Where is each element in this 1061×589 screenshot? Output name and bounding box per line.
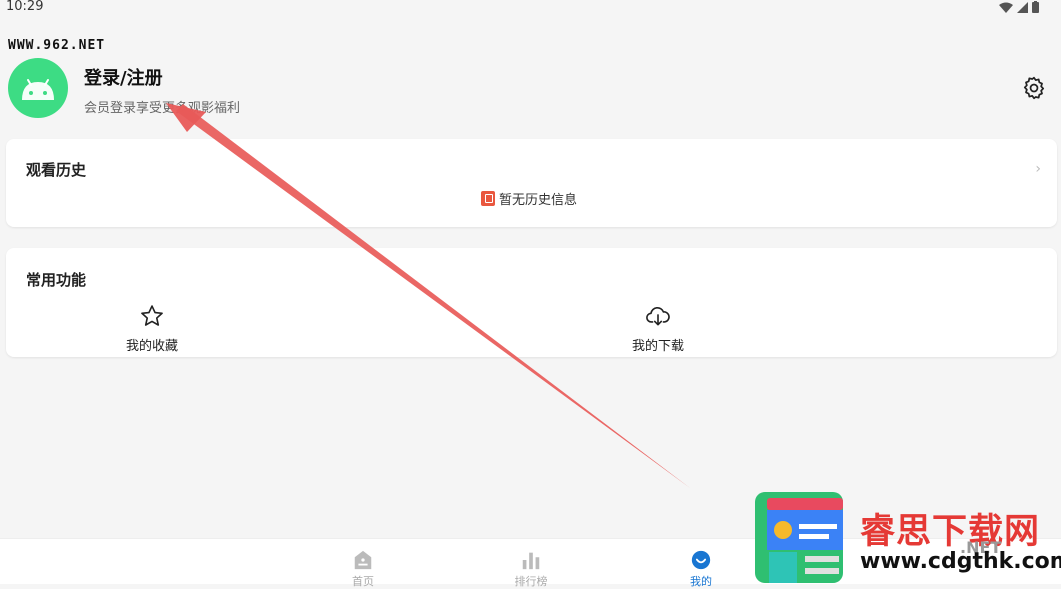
cdgthk-logo-icon: [755, 492, 843, 583]
battery-icon: [1032, 1, 1039, 13]
home-icon: [354, 550, 372, 570]
wifi-icon: [999, 2, 1013, 13]
gear-icon[interactable]: [1021, 75, 1047, 101]
watermark-url: www.cdgthk.com: [860, 549, 1061, 574]
tab-mine[interactable]: 我的: [671, 549, 731, 589]
star-icon: [141, 305, 163, 326]
downloads-label: 我的下载: [631, 339, 684, 354]
status-bar: 10:29: [0, 0, 1061, 16]
favorites-label: 我的收藏: [125, 339, 178, 354]
downloads-button[interactable]: 我的下载: [618, 303, 698, 354]
avatar[interactable]: [8, 58, 68, 118]
book-icon: [481, 191, 495, 206]
favorites-button[interactable]: 我的收藏: [112, 303, 192, 354]
common-functions-card: 常用功能 我的收藏 我的下载: [6, 248, 1057, 357]
tab-home-label: 首页: [352, 575, 374, 588]
watermark-962: WWW.962.NET: [8, 38, 106, 53]
history-empty-state: 暂无历史信息: [481, 189, 577, 208]
login-register-link[interactable]: 登录/注册: [84, 64, 163, 90]
watch-history-card[interactable]: 观看历史 › 暂无历史信息: [6, 139, 1057, 227]
common-functions-title: 常用功能: [26, 271, 87, 289]
history-empty-text: 暂无历史信息: [499, 193, 578, 208]
login-subtitle: 会员登录享受更多观影福利: [84, 101, 241, 116]
watch-history-title: 观看历史: [26, 161, 87, 179]
android-icon: [22, 79, 54, 100]
tab-mine-label: 我的: [690, 575, 712, 588]
tab-home[interactable]: 首页: [333, 549, 393, 589]
bar-chart-icon: [522, 552, 540, 570]
watermark-brand: 睿思下载网: [860, 512, 1041, 552]
tab-ranking-label: 排行榜: [514, 575, 548, 588]
cloud-download-icon: [646, 307, 670, 326]
tab-ranking[interactable]: 排行榜: [501, 549, 561, 589]
smile-face-icon: [691, 550, 711, 570]
status-time: 10:29: [6, 0, 44, 14]
signal-icon: [1017, 1, 1028, 13]
chevron-right-icon[interactable]: ›: [1035, 161, 1041, 177]
